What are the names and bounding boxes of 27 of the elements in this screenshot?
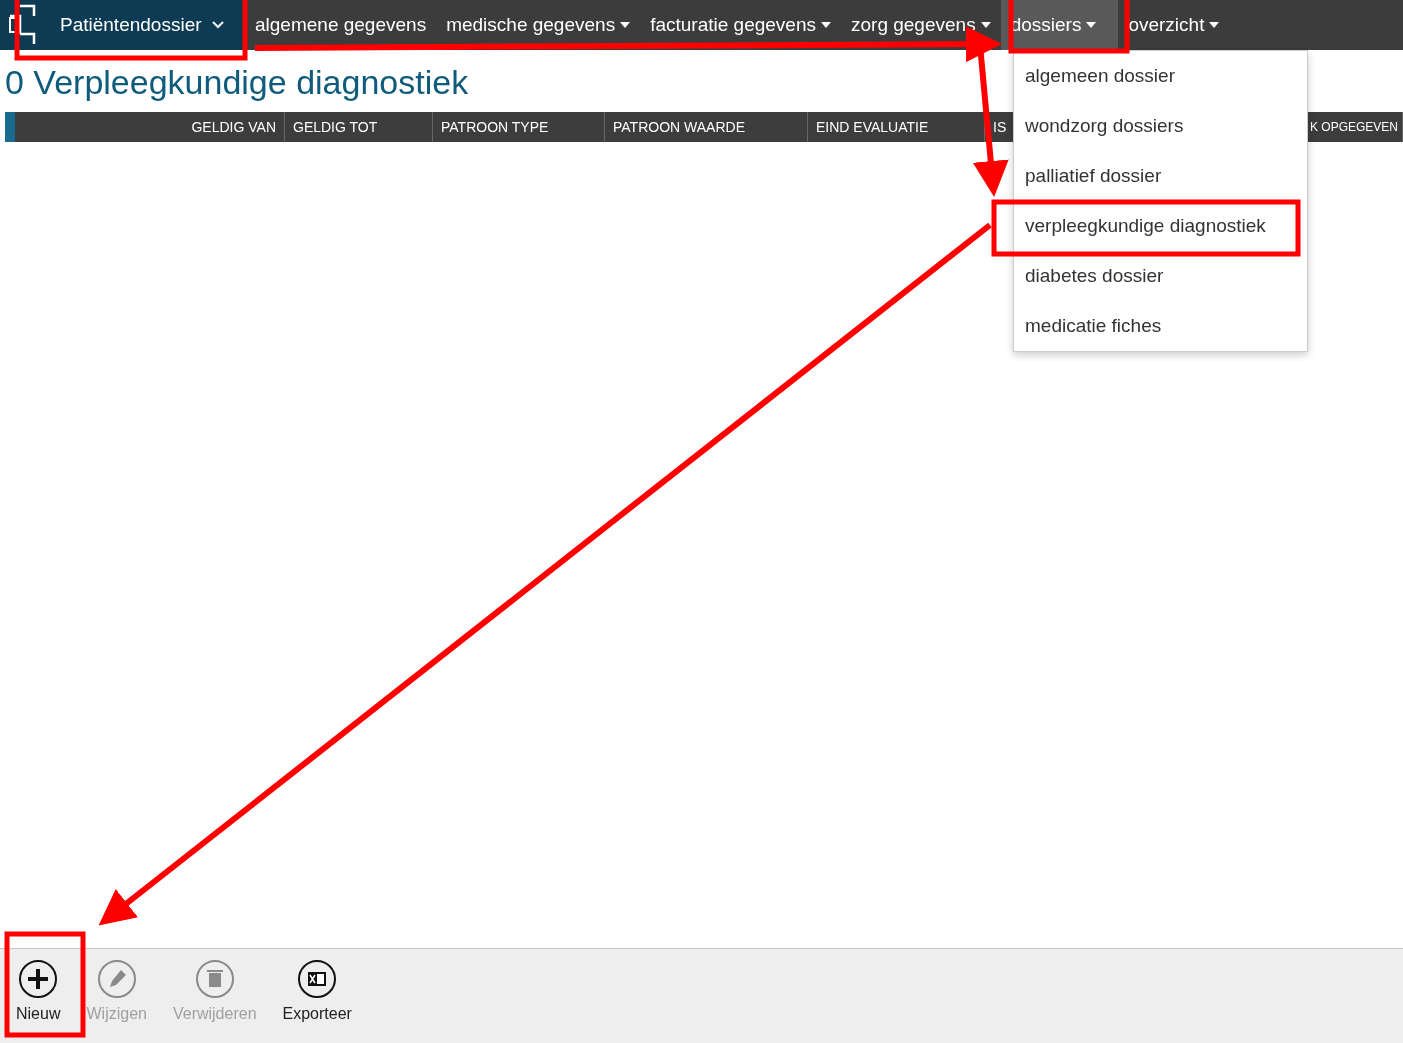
page-title: 0 Verpleegkundige diagnostiek xyxy=(5,62,469,102)
menu-item[interactable]: wondzorg dossiers xyxy=(1014,101,1307,151)
menu-item[interactable]: verpleegkundige diagnostiek xyxy=(1014,201,1307,251)
brand-link[interactable]: Patiëntendossier xyxy=(0,0,245,50)
menu-item[interactable]: palliatief dossier xyxy=(1014,151,1307,201)
trash-icon xyxy=(194,959,235,999)
nav-item[interactable]: facturatie gegevens xyxy=(640,0,841,50)
nav-item[interactable]: overzicht xyxy=(1118,0,1230,50)
brand-title: Patiëntendossier xyxy=(60,14,202,36)
toolbar-button[interactable]: Exporteer xyxy=(276,949,358,1023)
pencil-icon xyxy=(96,959,137,999)
menu-item[interactable]: medicatie fiches xyxy=(1014,301,1307,351)
column-header[interactable]: GELDIG VAN xyxy=(15,112,285,142)
column-header[interactable]: PATROON TYPE xyxy=(433,112,605,142)
spreadsheet-icon xyxy=(297,959,338,999)
menu-item[interactable]: diabetes dossier xyxy=(1014,251,1307,301)
column-header[interactable]: EIND EVALUATIE xyxy=(808,112,985,142)
toolbar-button[interactable]: Nieuw xyxy=(10,949,67,1023)
nav-item[interactable]: medische gegevens xyxy=(436,0,641,50)
nav-item[interactable]: dossiers xyxy=(1000,0,1119,50)
chevron-icon xyxy=(211,21,224,29)
plus-circle-icon xyxy=(18,959,59,999)
column-header[interactable]: PATROON WAARDE xyxy=(605,112,808,142)
column-header[interactable]: GELDIG TOT xyxy=(285,112,433,142)
nav-item[interactable]: algemene gegevens xyxy=(245,0,437,50)
menu-item[interactable]: algemeen dossier xyxy=(1014,51,1307,101)
nav-item[interactable]: zorg gegevens xyxy=(841,0,1001,50)
